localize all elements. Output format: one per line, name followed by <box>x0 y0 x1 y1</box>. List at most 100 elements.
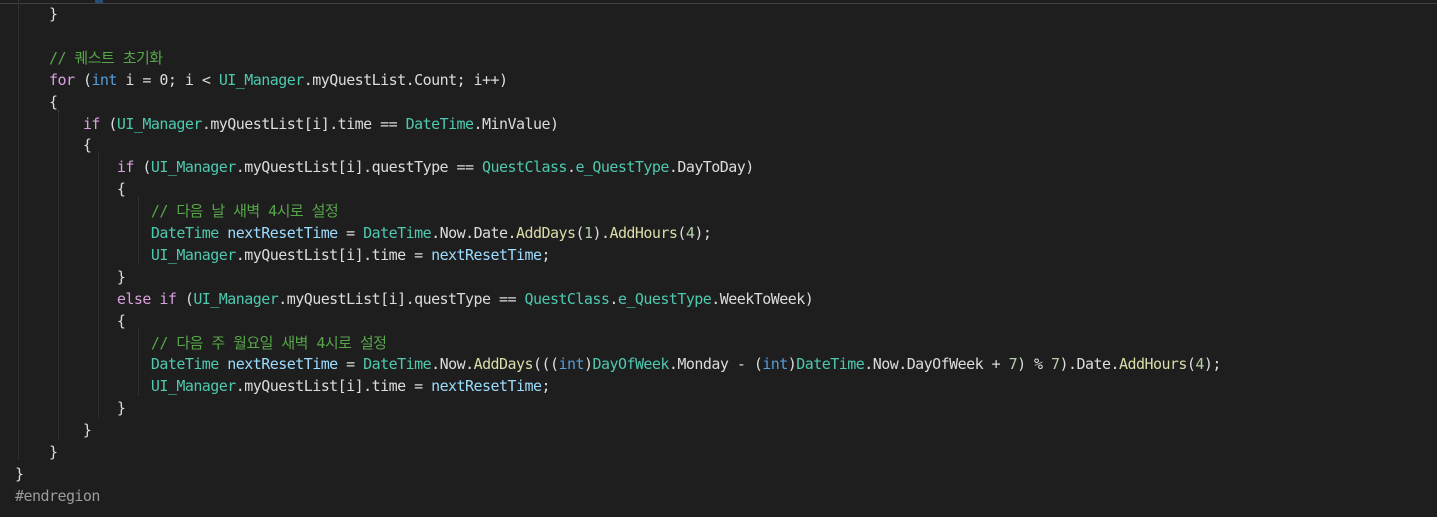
code-line[interactable]: if (UI_Manager.myQuestList[i].time == Da… <box>15 113 559 135</box>
code-line[interactable]: UI_Manager.myQuestList[i].time = nextRes… <box>15 375 551 397</box>
code-token: .DayToDay) <box>668 158 754 177</box>
code-token: int <box>762 355 788 374</box>
code-token: .Monday - ( <box>668 355 763 374</box>
code-line[interactable]: } <box>15 441 58 463</box>
code-token: .myQuestList[i].time = <box>235 245 432 264</box>
code-token: // 퀘스트 초기화 <box>15 48 163 67</box>
editor-top-border <box>0 3 1437 4</box>
code-token: UI_Manager <box>150 245 236 264</box>
code-token: ( <box>677 224 686 242</box>
code-line[interactable]: } <box>15 463 24 485</box>
code-token: ; <box>541 377 550 396</box>
code-token: { <box>15 136 92 155</box>
code-token: UI_Manager <box>193 289 279 308</box>
code-line[interactable]: } <box>15 419 92 441</box>
code-token: { <box>15 180 126 199</box>
code-token: AddDays <box>473 355 534 374</box>
code-token: { <box>15 311 126 330</box>
code-token: nextResetTime <box>227 355 338 374</box>
code-token: 7 <box>1051 355 1060 374</box>
code-token: DateTime <box>150 355 219 374</box>
code-token: else if <box>116 289 177 308</box>
code-line[interactable]: { <box>15 178 126 200</box>
code-token: ( <box>133 158 151 177</box>
code-token: .MinValue) <box>473 114 559 133</box>
code-token: ( <box>99 114 117 133</box>
code-line[interactable]: } <box>15 266 126 288</box>
code-token: UI_Manager <box>150 158 236 177</box>
code-token: .myQuestList[i].time = <box>235 377 432 396</box>
code-line[interactable]: DateTime nextResetTime = DateTime.Now.Da… <box>15 222 712 244</box>
code-token: ((( <box>533 355 559 374</box>
code-line[interactable]: // 퀘스트 초기화 <box>15 47 163 69</box>
code-token: DateTime <box>796 355 865 374</box>
code-line[interactable]: // 다음 날 새벽 4시로 설정 <box>15 200 339 222</box>
code-token: QuestClass <box>524 289 610 308</box>
code-token: ); <box>694 224 712 242</box>
code-line[interactable]: for (int i = 0; i < UI_Manager.myQuestLi… <box>15 69 508 91</box>
code-token: .myQuestList[i].questType == <box>278 289 525 308</box>
code-token: } <box>15 5 58 23</box>
code-token: UI_Manager <box>218 70 304 89</box>
code-token: AddHours <box>1118 355 1187 374</box>
code-token: DateTime <box>363 224 432 242</box>
code-token: ( <box>176 289 194 308</box>
code-token: } <box>15 443 58 461</box>
code-token: AddHours <box>609 224 678 242</box>
code-token: } <box>15 267 126 286</box>
code-token: if <box>116 158 135 177</box>
code-token: QuestClass <box>482 158 567 177</box>
code-line[interactable]: } <box>15 3 58 25</box>
code-token: } <box>15 421 92 440</box>
code-line[interactable]: { <box>15 310 126 332</box>
code-line[interactable]: if (UI_Manager.myQuestList[i].questType … <box>15 156 754 178</box>
code-token: = <box>337 224 364 242</box>
code-token: DateTime <box>150 224 219 242</box>
code-line[interactable]: } <box>15 397 126 419</box>
scroll-marker <box>95 0 103 3</box>
code-token: i = 0; i < <box>116 70 219 89</box>
code-token: { <box>15 92 58 111</box>
code-token: = <box>337 355 364 374</box>
code-token: int <box>558 355 585 374</box>
code-token: for <box>48 70 75 89</box>
code-line[interactable]: DateTime nextResetTime = DateTime.Now.Ad… <box>15 353 1222 375</box>
code-token: // 다음 주 월요일 새벽 4시로 설정 <box>15 333 387 352</box>
code-editor[interactable]: } // 퀘스트 초기화 for (int i = 0; i < UI_Mana… <box>0 0 1437 517</box>
code-token: e_QuestType <box>617 289 712 308</box>
code-line[interactable]: else if (UI_Manager.myQuestList[i].quest… <box>15 288 814 310</box>
code-line[interactable]: #endregion <box>15 485 100 507</box>
code-token: } <box>15 399 126 418</box>
code-token: .Now.Date. <box>431 224 517 242</box>
code-token: nextResetTime <box>227 224 338 242</box>
code-token: .Now. <box>431 355 474 374</box>
code-line[interactable]: // 다음 주 월요일 새벽 4시로 설정 <box>15 332 387 354</box>
code-token: if <box>82 114 101 133</box>
code-token: .Now.DayOfWeek + <box>864 355 1009 374</box>
code-token: nextResetTime <box>431 245 542 264</box>
code-token: .myQuestList[i].time == <box>201 114 406 133</box>
code-token: ; <box>541 245 550 264</box>
code-line[interactable]: UI_Manager.myQuestList[i].time = nextRes… <box>15 244 551 266</box>
code-token: nextResetTime <box>431 377 542 396</box>
code-token: 7 <box>1008 355 1018 374</box>
code-line[interactable]: { <box>15 134 92 156</box>
code-token: DateTime <box>363 355 432 374</box>
code-token: int <box>91 70 117 89</box>
code-line[interactable]: { <box>15 91 58 113</box>
code-token: .WeekToWeek) <box>711 289 814 308</box>
code-token: ).Date. <box>1059 355 1120 374</box>
code-token: // 다음 날 새벽 4시로 설정 <box>15 202 339 221</box>
code-token: DateTime <box>405 114 474 133</box>
code-token: } <box>15 464 24 483</box>
code-token: AddDays <box>516 224 576 242</box>
code-token: ( <box>575 224 584 242</box>
code-token: ); <box>1203 355 1222 374</box>
